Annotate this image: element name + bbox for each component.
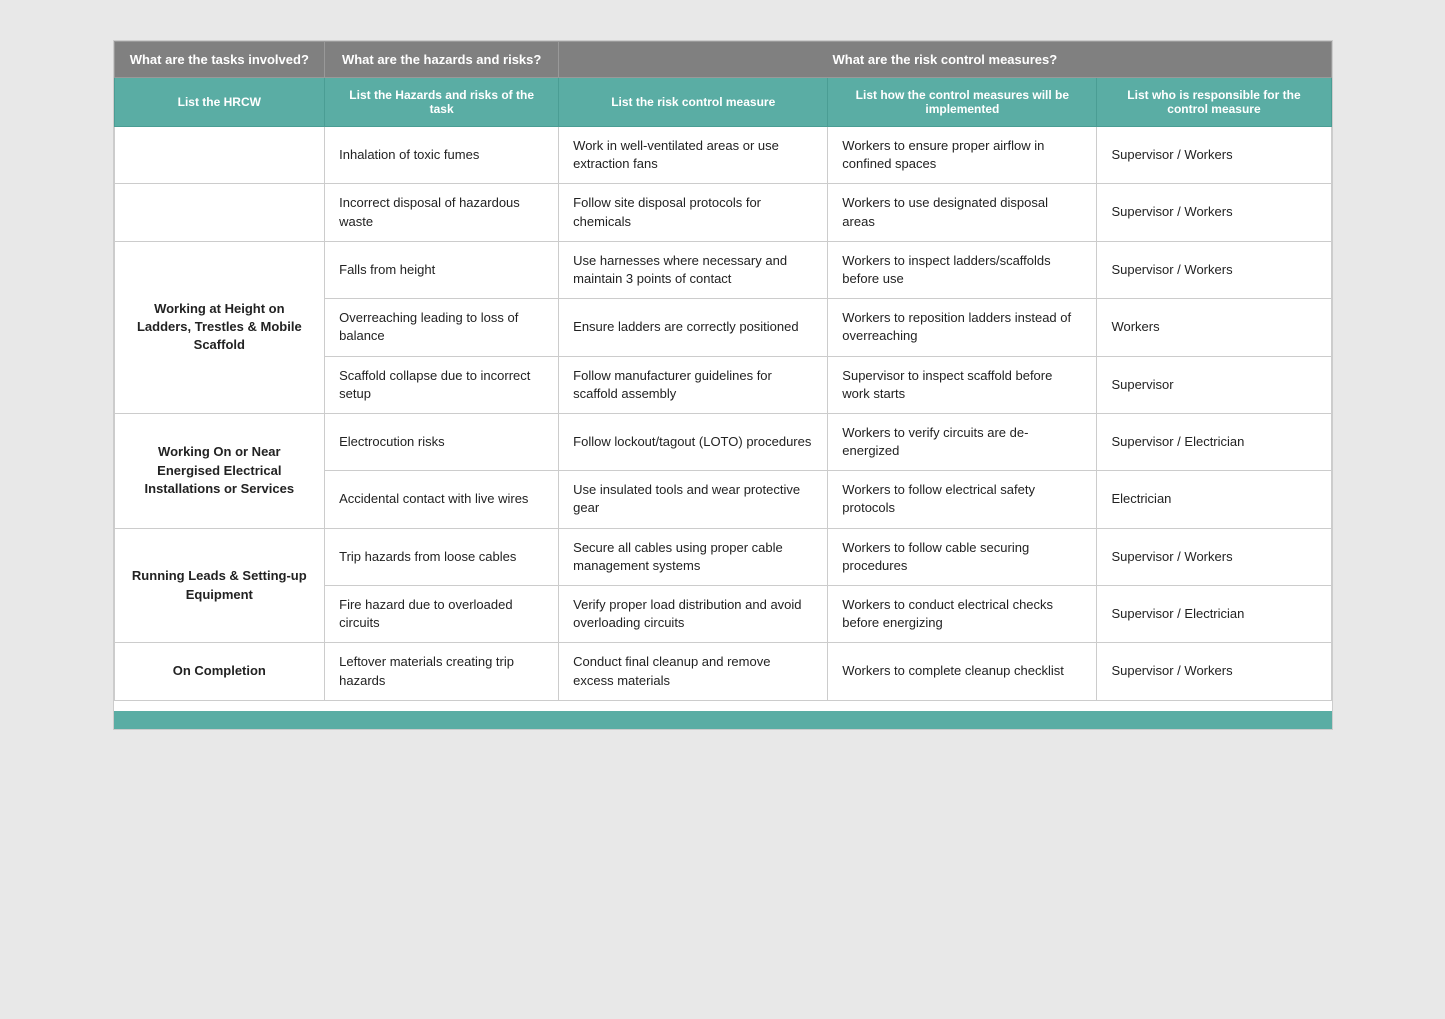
header1-col3: What are the risk control measures? — [559, 42, 1331, 78]
task-cell: Working at Height on Ladders, Trestles &… — [114, 241, 325, 413]
header2-col1: List the HRCW — [114, 78, 325, 127]
hazard-cell: Accidental contact with live wires — [325, 471, 559, 528]
measure-cell: Verify proper load distribution and avoi… — [559, 586, 828, 643]
responsible-cell: Supervisor / Workers — [1097, 528, 1331, 585]
measure-cell: Use insulated tools and wear protective … — [559, 471, 828, 528]
measure-cell: Follow site disposal protocols for chemi… — [559, 184, 828, 241]
task-cell — [114, 184, 325, 241]
implement-cell: Workers to follow electrical safety prot… — [828, 471, 1097, 528]
implement-cell: Workers to conduct electrical checks bef… — [828, 586, 1097, 643]
hazard-cell: Inhalation of toxic fumes — [325, 127, 559, 184]
table-row: On CompletionLeftover materials creating… — [114, 643, 1331, 700]
header2-col5: List who is responsible for the control … — [1097, 78, 1331, 127]
header-row-1: What are the tasks involved? What are th… — [114, 42, 1331, 78]
measure-cell: Conduct final cleanup and remove excess … — [559, 643, 828, 700]
header1-col1: What are the tasks involved? — [114, 42, 325, 78]
responsible-cell: Supervisor / Workers — [1097, 241, 1331, 298]
hazard-cell: Trip hazards from loose cables — [325, 528, 559, 585]
task-cell — [114, 127, 325, 184]
header2-col2: List the Hazards and risks of the task — [325, 78, 559, 127]
hazard-cell: Electrocution risks — [325, 413, 559, 470]
hazard-cell: Fire hazard due to overloaded circuits — [325, 586, 559, 643]
responsible-cell: Supervisor / Workers — [1097, 184, 1331, 241]
risk-table: What are the tasks involved? What are th… — [114, 41, 1332, 701]
responsible-cell: Workers — [1097, 299, 1331, 356]
implement-cell: Workers to reposition ladders instead of… — [828, 299, 1097, 356]
hazard-cell: Incorrect disposal of hazardous waste — [325, 184, 559, 241]
measure-cell: Use harnesses where necessary and mainta… — [559, 241, 828, 298]
table-row: Working at Height on Ladders, Trestles &… — [114, 241, 1331, 298]
implement-cell: Supervisor to inspect scaffold before wo… — [828, 356, 1097, 413]
main-table-wrapper: What are the tasks involved? What are th… — [113, 40, 1333, 730]
measure-cell: Follow lockout/tagout (LOTO) procedures — [559, 413, 828, 470]
task-cell: On Completion — [114, 643, 325, 700]
hazard-cell: Leftover materials creating trip hazards — [325, 643, 559, 700]
header2-col4: List how the control measures will be im… — [828, 78, 1097, 127]
responsible-cell: Electrician — [1097, 471, 1331, 528]
responsible-cell: Supervisor / Workers — [1097, 127, 1331, 184]
implement-cell: Workers to use designated disposal areas — [828, 184, 1097, 241]
responsible-cell: Supervisor / Electrician — [1097, 413, 1331, 470]
header2-col3: List the risk control measure — [559, 78, 828, 127]
hazard-cell: Scaffold collapse due to incorrect setup — [325, 356, 559, 413]
task-cell: Running Leads & Setting-up Equipment — [114, 528, 325, 643]
table-row: Incorrect disposal of hazardous wasteFol… — [114, 184, 1331, 241]
responsible-cell: Supervisor — [1097, 356, 1331, 413]
implement-cell: Workers to complete cleanup checklist — [828, 643, 1097, 700]
implement-cell: Workers to inspect ladders/scaffolds bef… — [828, 241, 1097, 298]
header1-col2: What are the hazards and risks? — [325, 42, 559, 78]
implement-cell: Workers to verify circuits are de-energi… — [828, 413, 1097, 470]
measure-cell: Secure all cables using proper cable man… — [559, 528, 828, 585]
measure-cell: Follow manufacturer guidelines for scaff… — [559, 356, 828, 413]
table-body: Inhalation of toxic fumesWork in well-ve… — [114, 127, 1331, 701]
table-row: Working On or Near Energised Electrical … — [114, 413, 1331, 470]
bottom-bar — [114, 711, 1332, 729]
implement-cell: Workers to ensure proper airflow in conf… — [828, 127, 1097, 184]
table-row: Inhalation of toxic fumesWork in well-ve… — [114, 127, 1331, 184]
table-row: Running Leads & Setting-up EquipmentTrip… — [114, 528, 1331, 585]
responsible-cell: Supervisor / Workers — [1097, 643, 1331, 700]
implement-cell: Workers to follow cable securing procedu… — [828, 528, 1097, 585]
responsible-cell: Supervisor / Electrician — [1097, 586, 1331, 643]
hazard-cell: Overreaching leading to loss of balance — [325, 299, 559, 356]
measure-cell: Ensure ladders are correctly positioned — [559, 299, 828, 356]
hazard-cell: Falls from height — [325, 241, 559, 298]
header-row-2: List the HRCW List the Hazards and risks… — [114, 78, 1331, 127]
measure-cell: Work in well-ventilated areas or use ext… — [559, 127, 828, 184]
task-cell: Working On or Near Energised Electrical … — [114, 413, 325, 528]
